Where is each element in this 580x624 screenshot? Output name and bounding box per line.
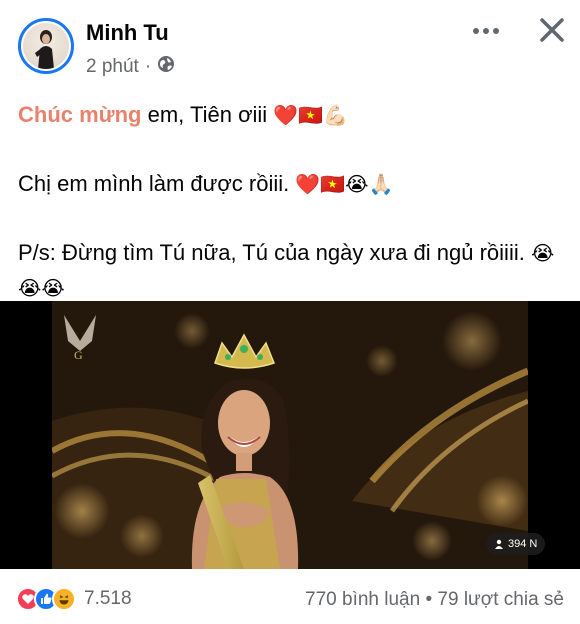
post-meta: 2 phút · — [86, 55, 175, 79]
avatar-image — [23, 23, 69, 69]
post-footer: 7.518 770 bình luận • 79 lượt chia sẻ — [0, 569, 580, 624]
post-line-3: P/s: Đừng tìm Tú nữa, Tú của ngày xưa đi… — [18, 236, 568, 306]
close-icon — [540, 18, 564, 42]
post-header: Minh Tu 2 phút · — [0, 0, 580, 92]
meta-dot: · — [144, 56, 152, 77]
globe-icon — [157, 55, 175, 79]
post-photo[interactable]: G — [52, 301, 528, 569]
post-line-1: Chúc mừng em, Tiên ơiii ❤️🇻🇳💪🏻 — [18, 98, 568, 133]
post-media[interactable]: G 394 N — [0, 301, 580, 569]
avatar[interactable] — [18, 18, 74, 74]
author-name[interactable]: Minh Tu — [86, 20, 169, 46]
highlighted-text: Chúc mừng — [18, 102, 142, 127]
reaction-summary[interactable]: 7.518 — [16, 587, 132, 611]
post-line-3-text: P/s: Đừng tìm Tú nữa, Tú của ngày xưa đi… — [18, 240, 531, 265]
haha-reaction-icon — [52, 587, 76, 611]
more-options-button[interactable] — [468, 16, 504, 46]
post-line-2-text: Chị em mình làm được rồiii. — [18, 171, 296, 196]
view-count: 394 N — [508, 538, 538, 550]
comment-count[interactable]: 770 bình luận — [305, 589, 420, 610]
engagement-stats: 770 bình luận • 79 lượt chia sẻ — [305, 589, 564, 611]
emoji-group-2: ❤️🇻🇳😭🙏🏻 — [295, 174, 394, 196]
more-dot-icon — [473, 28, 479, 34]
stats-separator: • — [420, 589, 438, 610]
emoji-group-1: ❤️🇻🇳💪🏻 — [273, 105, 348, 127]
more-dot-icon — [493, 28, 499, 34]
view-count-badge: 394 N — [486, 533, 546, 555]
close-button[interactable] — [534, 12, 570, 48]
svg-text:G: G — [74, 348, 83, 362]
post-body: Chúc mừng em, Tiên ơiii ❤️🇻🇳💪🏻 Chị em mì… — [18, 98, 568, 306]
post-time[interactable]: 2 phút — [86, 56, 139, 78]
person-icon — [495, 539, 503, 549]
share-count[interactable]: 79 lượt chia sẻ — [437, 589, 564, 610]
post-line-1-text: em, Tiên ơiii — [141, 102, 274, 127]
reaction-count: 7.518 — [84, 588, 132, 609]
post-line-2: Chị em mình làm được rồiii. ❤️🇻🇳😭🙏🏻 — [18, 167, 568, 202]
more-dot-icon — [483, 28, 489, 34]
